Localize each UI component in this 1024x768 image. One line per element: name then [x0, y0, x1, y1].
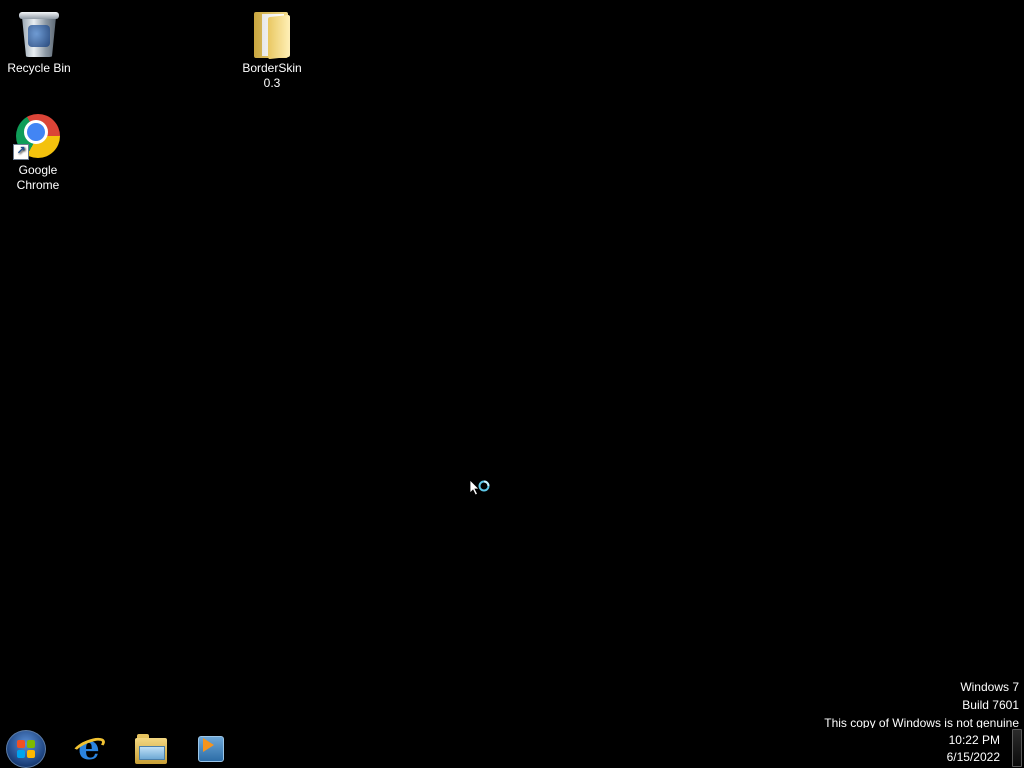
desktop[interactable]: Recycle Bin BorderSkin 0.3 ↗ Google Chro…: [0, 0, 1024, 768]
borderskin-folder-label: BorderSkin 0.3: [242, 61, 302, 90]
folder-icon: [248, 8, 296, 60]
taskbar-windows-explorer[interactable]: [134, 732, 168, 766]
shortcut-arrow-icon: ↗: [13, 144, 29, 160]
recycle-bin-shortcut[interactable]: Recycle Bin: [1, 8, 77, 76]
watermark-os: Windows 7: [960, 680, 1019, 694]
taskbar: e: [0, 728, 1024, 768]
taskbar-windows-media-player[interactable]: [194, 732, 228, 766]
show-desktop-button[interactable]: [1012, 729, 1022, 767]
recycle-bin-icon: [15, 8, 63, 58]
clock-date: 6/15/2022: [946, 750, 1000, 764]
google-chrome-label: Google Chrome: [16, 163, 60, 192]
taskbar-internet-explorer[interactable]: e: [70, 731, 108, 766]
start-button[interactable]: [6, 730, 46, 768]
genuine-watermark: Windows 7 Build 7601 This copy of Window…: [824, 678, 1019, 732]
clock-time: 10:22 PM: [948, 733, 1000, 747]
watermark-build: Build 7601: [962, 698, 1019, 712]
recycle-bin-label: Recycle Bin: [7, 61, 71, 75]
busy-cursor-icon: [469, 479, 490, 496]
windows-start-orb-icon: [17, 740, 35, 758]
google-chrome-shortcut[interactable]: ↗ Google Chrome: [0, 110, 76, 193]
system-clock[interactable]: 10:22 PM 6/15/2022: [947, 732, 1000, 766]
chrome-icon: ↗: [13, 110, 62, 160]
borderskin-folder[interactable]: BorderSkin 0.3: [234, 8, 310, 91]
